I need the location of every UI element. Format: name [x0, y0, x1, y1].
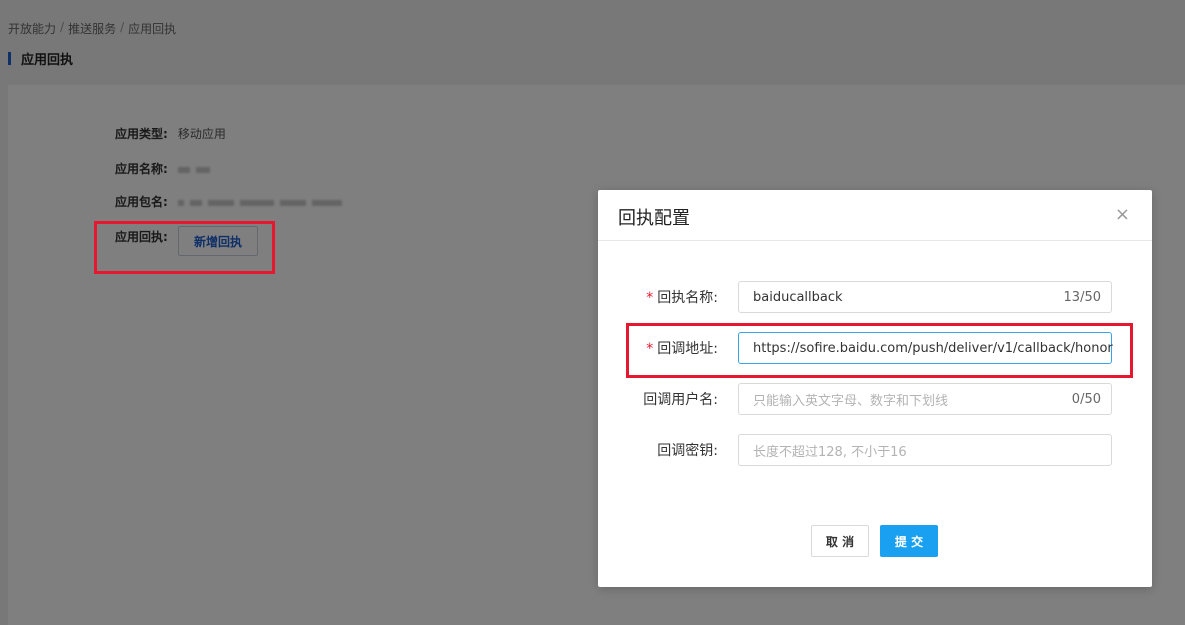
required-asterisk: *	[646, 290, 654, 306]
callback-secret-placeholder: 长度不超过128, 不小于16	[753, 444, 907, 460]
callback-username-placeholder: 只能输入英文字母、数字和下划线	[753, 393, 949, 409]
cancel-button[interactable]: 取 消	[811, 525, 869, 557]
required-asterisk: *	[646, 341, 654, 357]
callback-username-row: 回调用户名: 只能输入英文字母、数字和下划线 0/50	[598, 383, 1152, 415]
callback-secret-row: 回调密钥: 长度不超过128, 不小于16	[598, 434, 1152, 466]
callback-username-input[interactable]: 只能输入英文字母、数字和下划线 0/50	[738, 383, 1112, 415]
callback-secret-label: 回调密钥:	[657, 443, 718, 459]
dialog-title: 回执配置	[618, 208, 690, 229]
submit-button[interactable]: 提 交	[880, 525, 938, 557]
callback-username-counter: 0/50	[1071, 391, 1101, 407]
callback-url-input[interactable]: https://sofire.baidu.com/push/deliver/v1…	[738, 332, 1113, 364]
receipt-name-counter: 13/50	[1063, 289, 1101, 305]
receipt-name-label: * 回执名称:	[646, 290, 718, 306]
callback-url-row: * 回调地址: https://sofire.baidu.com/push/del…	[598, 332, 1152, 364]
callback-secret-input[interactable]: 长度不超过128, 不小于16	[738, 434, 1112, 466]
receipt-name-value: baiducallback	[753, 289, 843, 305]
callback-url-label: * 回调地址:	[646, 341, 718, 357]
receipt-name-input[interactable]: baiducallback 13/50	[738, 281, 1112, 313]
receipt-config-dialog: 回执配置 × * 回执名称: baiducallback 13/50 * 回调地址:…	[598, 190, 1152, 587]
receipt-name-row: * 回执名称: baiducallback 13/50	[598, 281, 1152, 313]
close-icon[interactable]: ×	[1115, 204, 1130, 225]
callback-url-value: https://sofire.baidu.com/push/deliver/v1…	[753, 340, 1113, 356]
highlight-box-receipt	[94, 221, 275, 274]
dialog-header: 回执配置 ×	[598, 190, 1152, 241]
callback-username-label: 回调用户名:	[643, 392, 718, 408]
